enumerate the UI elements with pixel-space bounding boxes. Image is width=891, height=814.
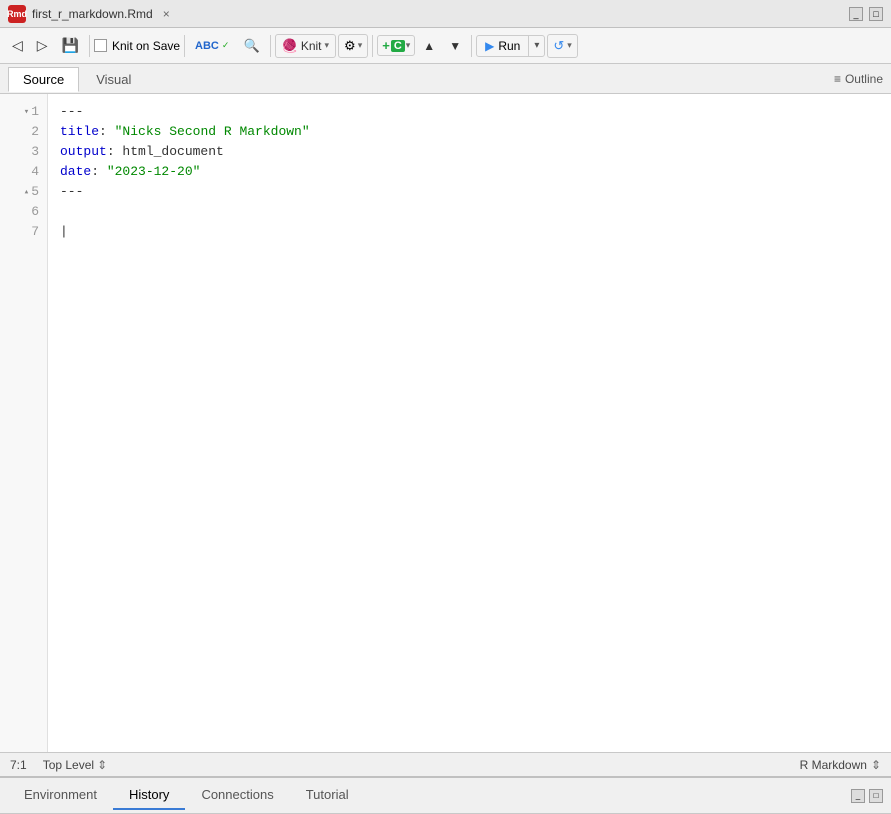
knit-button[interactable]: 🧶 Knit ▾ [275, 34, 336, 58]
run-arrow-icon: ▶ [485, 39, 494, 53]
line-number-2: 2 [0, 122, 47, 142]
code-context: Top Level [43, 758, 94, 772]
file-type-icon: Rmd [8, 5, 26, 23]
search-button[interactable]: 🔍 [237, 34, 265, 58]
knit-dropdown-arrow: ▾ [325, 40, 330, 51]
file-tab-label: first_r_markdown.Rmd [32, 7, 153, 21]
run-current-chunk-button[interactable]: ▼ [443, 35, 467, 57]
toolbar: ◁ ▷ 💾 Knit on Save ABC ✓ 🔍 🧶 Knit [0, 28, 891, 64]
back-button[interactable]: ◁ [6, 33, 29, 58]
panel-maximize-button[interactable]: □ [869, 789, 883, 803]
add-chunk-plus-icon: + [382, 38, 390, 53]
tab-tutorial[interactable]: Tutorial [290, 781, 365, 810]
bottom-tab-bar: Environment History Connections Tutorial… [0, 778, 891, 814]
code-editor[interactable]: ▾ 1 2 3 4 ▴ 5 6 [0, 94, 891, 752]
line-number-3: 3 [0, 142, 47, 162]
forward-button[interactable]: ▷ [31, 33, 54, 58]
up-arrow-icon: ▲ [423, 39, 435, 53]
fold-arrow-5[interactable]: ▴ [19, 182, 29, 202]
window-controls: _ □ [849, 7, 883, 21]
line-number-6: 6 [0, 202, 47, 222]
tab-group: Rmd first_r_markdown.Rmd × [8, 5, 174, 23]
line-number-5: ▴ 5 [0, 182, 47, 202]
rerun-button[interactable]: ↺ ▾ [547, 34, 577, 58]
run-main-button[interactable]: ▶ Run [477, 36, 529, 56]
run-label: Run [498, 39, 520, 53]
knit-on-save-checkbox[interactable] [94, 39, 107, 52]
code-line-5: --- [60, 182, 879, 202]
spellcheck-icon: ABC [195, 40, 219, 52]
line-number-gutter: ▾ 1 2 3 4 ▴ 5 6 [0, 94, 48, 752]
line-number-4: 4 [0, 162, 47, 182]
tab-visual[interactable]: Visual [81, 67, 146, 91]
separator-5 [471, 35, 472, 57]
line-number-1: ▾ 1 [0, 102, 47, 122]
cursor-position: 7:1 [10, 758, 27, 772]
outline-icon: ≡ [834, 72, 841, 86]
run-button-group: ▶ Run ▾ [476, 35, 545, 57]
file-type-group: R Markdown ⇕ [800, 758, 881, 772]
line-number-7: 7 [0, 222, 47, 242]
add-chunk-button[interactable]: + C ▾ [377, 35, 415, 56]
separator-3 [270, 35, 271, 57]
context-stepper[interactable]: ⇕ [97, 758, 107, 772]
code-lines-container[interactable]: --- title: "Nicks Second R Markdown" out… [48, 94, 891, 752]
editor-tab-bar: Source Visual ≡ Outline [0, 64, 891, 94]
settings-button[interactable]: ⚙ ▾ [338, 34, 368, 58]
knit-on-save-group: Knit on Save [94, 39, 180, 53]
code-line-2: title: "Nicks Second R Markdown" [60, 122, 879, 142]
save-icon: 💾 [62, 37, 79, 54]
code-line-6 [60, 202, 879, 222]
minimize-button[interactable]: _ [849, 7, 863, 21]
add-chunk-dropdown-arrow: ▾ [406, 40, 411, 51]
panel-minimize-button[interactable]: _ [851, 789, 865, 803]
app-window: Rmd first_r_markdown.Rmd × _ □ ◁ ▷ 💾 Kni… [0, 0, 891, 814]
search-icon: 🔍 [243, 38, 259, 54]
down-arrow-icon: ▼ [449, 39, 461, 53]
rerun-icon: ↺ [553, 38, 564, 54]
tab-history[interactable]: History [113, 781, 185, 810]
outline-button[interactable]: ≡ Outline [834, 72, 883, 86]
bottom-panel: Environment History Connections Tutorial… [0, 776, 891, 814]
gear-dropdown-arrow: ▾ [358, 40, 363, 51]
tab-environment[interactable]: Environment [8, 781, 113, 810]
tab-connections[interactable]: Connections [185, 781, 289, 810]
tab-source[interactable]: Source [8, 67, 79, 92]
save-button[interactable]: 💾 [56, 33, 85, 58]
spellcheck-button[interactable]: ABC ✓ [189, 36, 235, 56]
rerun-dropdown-arrow: ▾ [567, 40, 572, 51]
file-type-label: R Markdown [800, 758, 867, 772]
fold-arrow-1[interactable]: ▾ [19, 102, 29, 122]
status-bar: 7:1 Top Level ⇕ R Markdown ⇕ [0, 752, 891, 776]
code-line-3: output: html_document [60, 142, 879, 162]
code-line-7 [60, 222, 879, 242]
knit-on-save-label: Knit on Save [112, 39, 180, 53]
title-bar: Rmd first_r_markdown.Rmd × _ □ [0, 0, 891, 28]
separator-1 [89, 35, 90, 57]
run-dropdown-button[interactable]: ▾ [529, 37, 544, 54]
back-icon: ◁ [12, 37, 23, 54]
add-chunk-c-icon: C [391, 40, 405, 52]
code-line-4: date: "2023-12-20" [60, 162, 879, 182]
knit-label: Knit [301, 39, 322, 53]
gear-icon: ⚙ [344, 38, 356, 54]
editor-body: ▾ 1 2 3 4 ▴ 5 6 [0, 94, 891, 752]
forward-icon: ▷ [37, 37, 48, 54]
separator-2 [184, 35, 185, 57]
file-type-stepper[interactable]: ⇕ [871, 758, 881, 772]
knit-icon: 🧶 [282, 38, 298, 54]
run-previous-chunks-button[interactable]: ▲ [417, 35, 441, 57]
panel-window-controls: _ □ [851, 789, 883, 803]
tab-close-button[interactable]: × [159, 5, 174, 23]
code-line-1: --- [60, 102, 879, 122]
separator-4 [372, 35, 373, 57]
maximize-button[interactable]: □ [869, 7, 883, 21]
